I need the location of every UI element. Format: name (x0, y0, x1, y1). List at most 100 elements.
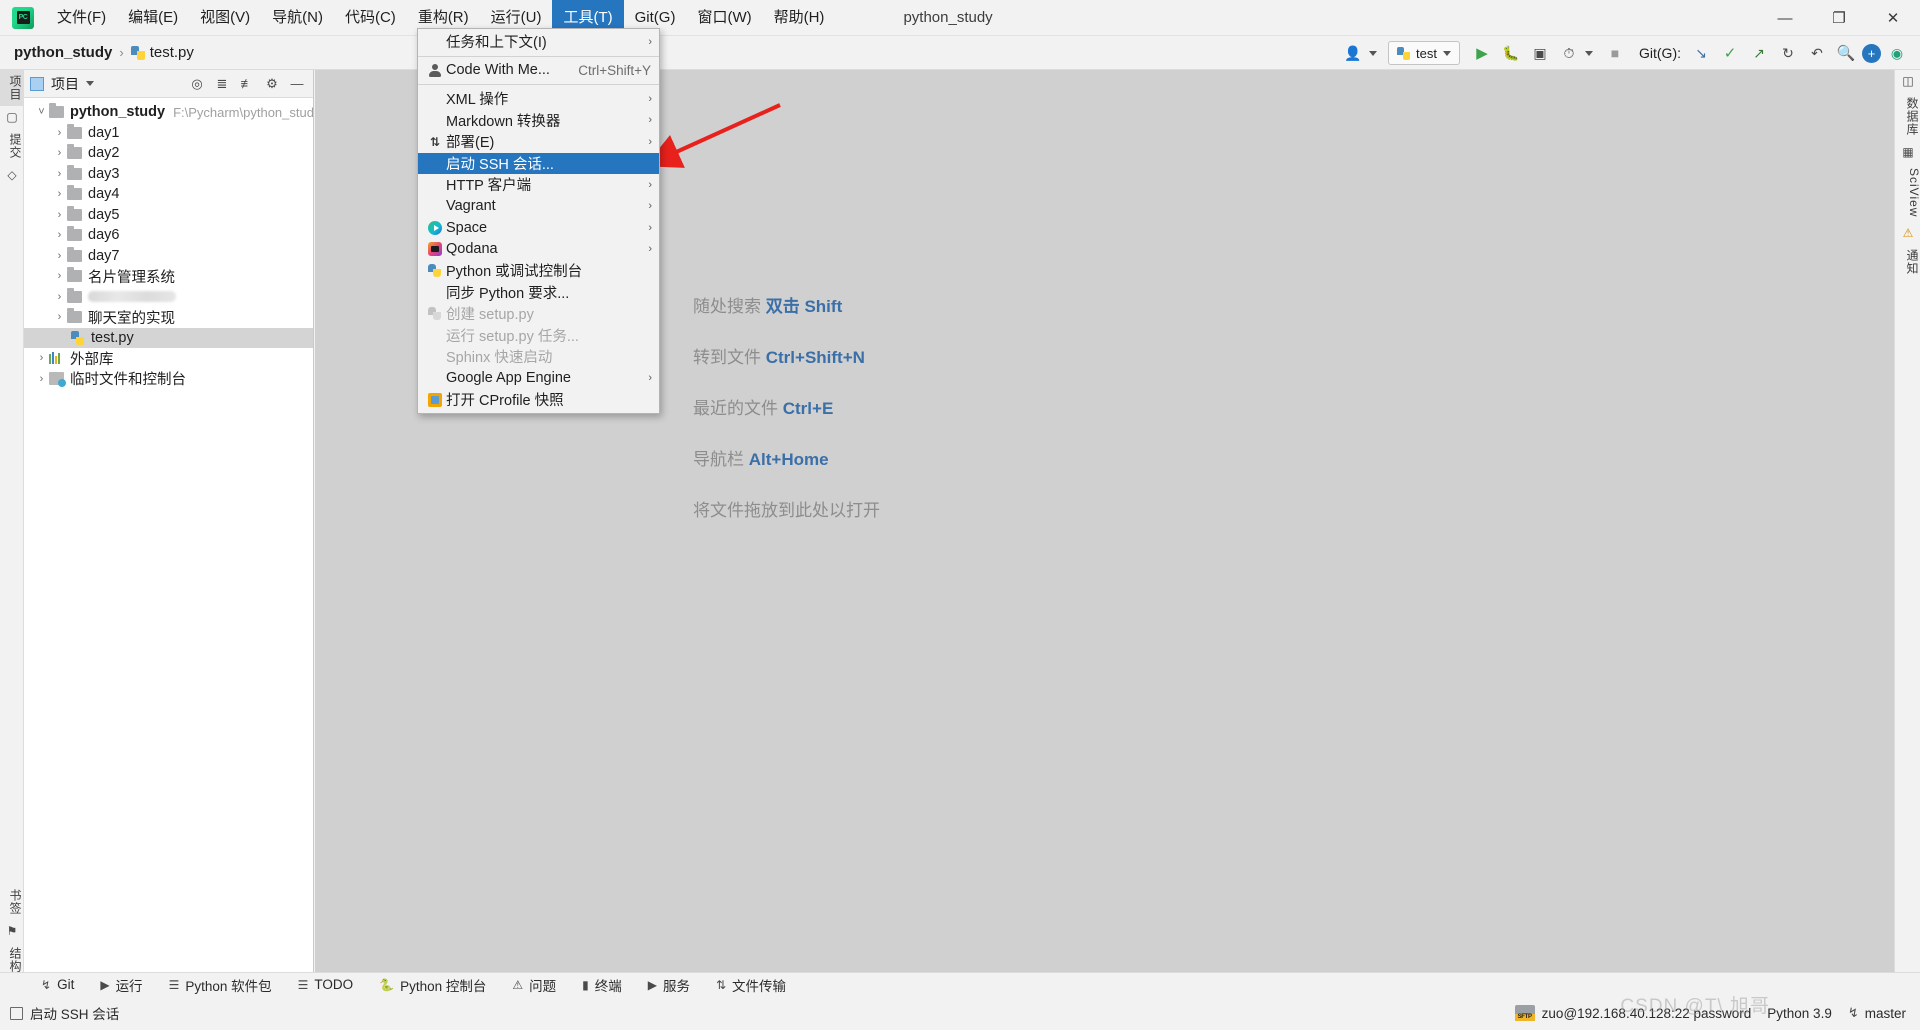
status-left[interactable]: 启动 SSH 会话 (10, 1003, 119, 1023)
coverage-icon[interactable]: ▣ (1527, 40, 1553, 66)
collapse-all-icon[interactable]: ≢ (239, 76, 255, 91)
breadcrumb[interactable]: python_study › test.py (14, 44, 194, 61)
run-configuration-selector[interactable]: test (1388, 41, 1460, 65)
search-icon[interactable]: 🔍 (1833, 40, 1859, 66)
tree-node-external-libraries[interactable]: › 外部库 (24, 348, 313, 369)
menu-window[interactable]: 窗口(W) (686, 0, 762, 36)
menu-item-qodana[interactable]: Qodana › (418, 239, 659, 261)
stop-icon[interactable]: ■ (1602, 40, 1628, 66)
vcs-update-icon[interactable]: ↘ (1688, 40, 1714, 66)
chevron-down-icon[interactable] (1369, 50, 1378, 56)
breadcrumb-file[interactable]: test.py (130, 44, 194, 61)
sciview-strip-icon[interactable]: ▦ (1895, 141, 1920, 163)
status-sftp[interactable]: SFTP zuo@192.168.40.128:22 password (1514, 1005, 1751, 1021)
strip-tab-sciview[interactable]: SciView (1895, 163, 1920, 222)
chevron-right-icon[interactable]: › (52, 287, 67, 307)
chevron-right-icon[interactable]: › (34, 348, 49, 368)
chevron-right-icon[interactable]: › (52, 246, 67, 266)
menu-item-tasks-and-contexts[interactable]: 任务和上下文(I) › (418, 31, 659, 53)
profile-icon[interactable]: ⏱ (1556, 40, 1582, 66)
strip-tab-bookmarks[interactable]: 书签 (0, 884, 24, 920)
hide-icon[interactable]: — (289, 76, 305, 91)
bottom-tab-run[interactable]: ▶ 运行 (87, 973, 155, 997)
flag-icon[interactable]: ⚑ (0, 920, 24, 942)
bottom-tab-python-console[interactable]: 🐍 Python 控制台 (366, 973, 499, 997)
chevron-down-icon[interactable]: ˅ (34, 102, 49, 122)
strip-tab-database[interactable]: 数据库 (1895, 92, 1920, 141)
menu-item-start-ssh-session[interactable]: 启动 SSH 会话... (418, 152, 659, 174)
history-icon[interactable]: ↻ (1775, 40, 1801, 66)
chevron-right-icon[interactable]: › (52, 225, 67, 245)
maximize-button[interactable]: ❐ (1812, 0, 1866, 36)
chevron-right-icon[interactable]: › (52, 266, 67, 286)
chevron-right-icon[interactable]: › (52, 164, 67, 184)
close-button[interactable]: ✕ (1866, 0, 1920, 36)
menu-item-markdown-converter[interactable]: Markdown 转换器 › (418, 110, 659, 132)
settings-icon[interactable]: ⚙ (264, 76, 280, 92)
menu-view[interactable]: 视图(V) (189, 0, 261, 36)
locate-icon[interactable]: ◎ (189, 76, 205, 92)
menu-help[interactable]: 帮助(H) (763, 0, 836, 36)
bottom-tab-python-packages[interactable]: ☰ Python 软件包 (156, 973, 285, 997)
menu-item-vagrant[interactable]: Vagrant › (418, 196, 659, 218)
minimize-button[interactable]: — (1758, 0, 1812, 36)
rollback-icon[interactable]: ↶ (1804, 40, 1830, 66)
menu-item-open-cprofile-snapshot[interactable]: 打开 CProfile 快照 (418, 389, 659, 411)
tree-node-day6[interactable]: › day6 (24, 225, 313, 246)
database-strip-icon[interactable]: ◫ (1895, 70, 1920, 92)
menu-item-sync-python-requirements[interactable]: 同步 Python 要求... (418, 282, 659, 304)
tree-node-day7[interactable]: › day7 (24, 246, 313, 267)
bookmark-strip-icon[interactable]: ▢ (0, 106, 24, 128)
tree-node-day2[interactable]: › day2 (24, 143, 313, 164)
tree-node-day4[interactable]: › day4 (24, 184, 313, 205)
tree-node-chatroom[interactable]: › 聊天室的实现 (24, 307, 313, 328)
bottom-tab-problems[interactable]: ⚠ 问题 (499, 973, 569, 997)
run-icon[interactable]: ▶ (1469, 40, 1495, 66)
debug-icon[interactable]: 🐛 (1498, 40, 1524, 66)
ide-assistant-icon[interactable]: ◉ (1884, 40, 1910, 66)
vcs-push-icon[interactable]: ↗ (1746, 40, 1772, 66)
menu-navigate[interactable]: 导航(N) (261, 0, 334, 36)
chevron-down-icon[interactable] (1585, 50, 1593, 56)
menu-item-http-client[interactable]: HTTP 客户端 › (418, 174, 659, 196)
chevron-right-icon[interactable]: › (52, 123, 67, 143)
bottom-tab-file-transfer[interactable]: ⇅ 文件传输 (703, 973, 799, 997)
expand-all-icon[interactable]: ≣ (214, 76, 230, 92)
menu-code[interactable]: 代码(C) (334, 0, 407, 36)
notifications-strip-icon[interactable]: ⚠ (1895, 222, 1920, 244)
menu-edit[interactable]: 编辑(E) (117, 0, 189, 36)
tree-node-business-card-system[interactable]: › 名片管理系统 (24, 266, 313, 287)
chevron-right-icon[interactable]: › (52, 143, 67, 163)
bottom-tab-git[interactable]: ↯ Git (28, 973, 87, 997)
tree-node-scratches-consoles[interactable]: › 临时文件和控制台 (24, 369, 313, 390)
menu-item-deployment[interactable]: ⇅ 部署(E) › (418, 131, 659, 153)
user-icon[interactable]: 👤 (1340, 40, 1366, 66)
status-branch[interactable]: ↯ master (1848, 1005, 1906, 1021)
menu-item-space[interactable]: Space › (418, 217, 659, 239)
plus-icon[interactable]: + (1862, 43, 1881, 63)
strip-tab-project[interactable]: 项目 (0, 70, 24, 106)
chevron-right-icon[interactable]: › (52, 184, 67, 204)
chevron-down-icon[interactable] (86, 81, 94, 86)
chevron-right-icon[interactable]: › (34, 369, 49, 389)
structure-strip-icon[interactable]: ◇ (0, 164, 24, 186)
bottom-tab-todo[interactable]: ☰ TODO (285, 973, 367, 997)
menu-item-xml-actions[interactable]: XML 操作 › (418, 88, 659, 110)
bottom-tab-services[interactable]: ▶ 服务 (635, 973, 703, 997)
tree-node-test-py[interactable]: test.py (24, 327, 313, 348)
project-tree[interactable]: ˅ python_study F:\Pycharm\python_study ›… (24, 98, 313, 1006)
tree-node-python_study[interactable]: ˅ python_study F:\Pycharm\python_study (24, 102, 313, 123)
tree-node-redacted[interactable]: › (24, 287, 313, 308)
tree-node-day1[interactable]: › day1 (24, 123, 313, 144)
chevron-right-icon[interactable]: › (52, 205, 67, 225)
tree-node-day5[interactable]: › day5 (24, 205, 313, 226)
menu-item-google-app-engine[interactable]: Google App Engine › (418, 368, 659, 390)
status-interpreter[interactable]: Python 3.9 (1767, 1006, 1832, 1021)
tools-dropdown-menu[interactable]: 任务和上下文(I) › Code With Me... Ctrl+Shift+Y… (417, 28, 660, 414)
bottom-tab-terminal[interactable]: ▮ 终端 (569, 973, 635, 997)
breadcrumb-project[interactable]: python_study (14, 44, 112, 61)
strip-tab-commit[interactable]: 提交 (0, 128, 24, 164)
tree-node-day3[interactable]: › day3 (24, 164, 313, 185)
vcs-commit-icon[interactable]: ✓ (1717, 40, 1743, 66)
menu-item-python-or-debug-console[interactable]: Python 或调试控制台 (418, 260, 659, 282)
